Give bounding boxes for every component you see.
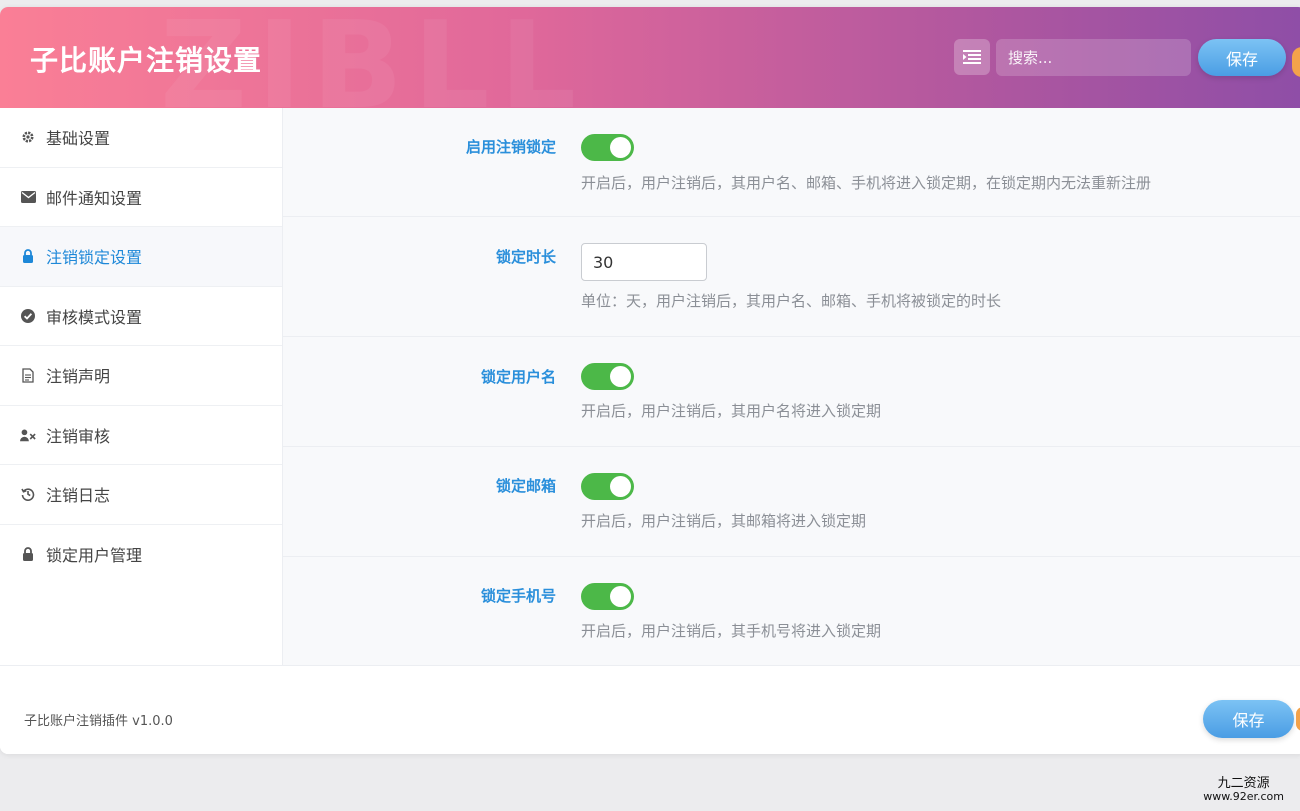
check-circle-icon: [20, 308, 36, 324]
lock-icon: [20, 248, 36, 264]
sidebar-nav: 基础设置 邮件通知设置 注销锁定设置 审核模式设置 注销声明 注销审核 注销日志…: [0, 108, 283, 665]
setting-label: 启用注销锁定: [465, 138, 556, 156]
footer-bar: 子比账户注销插件 v1.0.0 保存: [0, 665, 1300, 754]
setting-row-lock-duration: 锁定时长 单位：天，用户注销后，其用户名、邮箱、手机将被锁定的时长: [283, 217, 1300, 337]
sidebar-item-label: 注销审核: [46, 426, 111, 446]
lock-phone-toggle[interactable]: [581, 583, 634, 610]
lock-duration-input[interactable]: [581, 243, 707, 281]
settings-content: 启用注销锁定 开启后，用户注销后，其用户名、邮箱、手机将进入锁定期，在锁定期内无…: [283, 108, 1300, 665]
setting-row-enable-lock: 启用注销锁定 开启后，用户注销后，其用户名、邮箱、手机将进入锁定期，在锁定期内无…: [283, 108, 1300, 217]
save-button-bottom[interactable]: 保存: [1203, 700, 1294, 738]
user-remove-icon: [20, 427, 36, 443]
lock-email-toggle[interactable]: [581, 473, 634, 500]
sidebar-item-label: 审核模式设置: [46, 307, 143, 327]
search-input[interactable]: [996, 39, 1191, 76]
sidebar-item-cancel-review[interactable]: 注销审核: [0, 406, 282, 465]
setting-desc: 开启后，用户注销后，其手机号将进入锁定期: [581, 622, 882, 640]
sidebar-item-label: 注销声明: [46, 367, 111, 387]
menu-icon: [963, 50, 981, 64]
setting-desc: 开启后，用户注销后，其邮箱将进入锁定期: [581, 512, 867, 530]
sidebar-item-label: 锁定用户管理: [46, 546, 143, 566]
setting-desc: 开启后，用户注销后，其用户名将进入锁定期: [581, 402, 882, 420]
setting-row-lock-phone: 锁定手机号 开启后，用户注销后，其手机号将进入锁定期: [283, 557, 1300, 665]
sidebar-item-email[interactable]: 邮件通知设置: [0, 168, 282, 227]
envelope-icon: [20, 189, 36, 205]
setting-label: 锁定时长: [495, 248, 556, 266]
gear-icon: [20, 129, 36, 145]
setting-row-lock-username: 锁定用户名 开启后，用户注销后，其用户名将进入锁定期: [283, 337, 1300, 447]
setting-desc: 开启后，用户注销后，其用户名、邮箱、手机将进入锁定期，在锁定期内无法重新注册: [581, 174, 1152, 192]
menu-toggle-button[interactable]: [954, 39, 990, 75]
sidebar-item-locked-users[interactable]: 锁定用户管理: [0, 525, 282, 585]
site-watermark-url: www.92er.com: [1203, 790, 1284, 804]
setting-desc: 单位：天，用户注销后，其用户名、邮箱、手机将被锁定的时长: [581, 292, 1002, 310]
setting-label: 锁定邮箱: [495, 477, 556, 495]
document-icon: [20, 367, 36, 383]
setting-row-lock-email: 锁定邮箱 开启后，用户注销后，其邮箱将进入锁定期: [283, 447, 1300, 557]
sidebar-item-label: 注销日志: [46, 486, 111, 506]
reset-button-partial[interactable]: [1292, 47, 1300, 77]
site-watermark-name: 九二资源: [1217, 776, 1270, 791]
reset-button-partial[interactable]: [1296, 707, 1300, 731]
lock-icon: [20, 546, 36, 562]
sidebar-item-logs[interactable]: 注销日志: [0, 465, 282, 525]
history-icon: [20, 486, 36, 502]
sidebar-item-basic[interactable]: 基础设置: [0, 108, 282, 168]
site-watermark: 九二资源 www.92er.com: [1203, 776, 1284, 804]
settings-panel: ZIBLL 子比账户注销设置 保存 基础设置 邮件通知设置: [0, 7, 1300, 754]
header-bar: ZIBLL 子比账户注销设置 保存: [0, 7, 1300, 108]
lock-username-toggle[interactable]: [581, 363, 634, 390]
plugin-version: 子比账户注销插件 v1.0.0: [24, 714, 173, 729]
enable-lock-toggle[interactable]: [581, 134, 634, 161]
setting-label: 锁定手机号: [480, 587, 556, 605]
sidebar-item-lock-settings[interactable]: 注销锁定设置: [0, 227, 282, 287]
sidebar-item-statement[interactable]: 注销声明: [0, 346, 282, 406]
save-button-top[interactable]: 保存: [1198, 39, 1286, 76]
sidebar-item-label: 邮件通知设置: [46, 188, 143, 208]
sidebar-item-label: 基础设置: [46, 129, 111, 149]
sidebar-item-label: 注销锁定设置: [46, 248, 143, 268]
sidebar-item-review-mode[interactable]: 审核模式设置: [0, 287, 282, 346]
setting-label: 锁定用户名: [480, 368, 556, 386]
page-title: 子比账户注销设置: [30, 44, 263, 77]
